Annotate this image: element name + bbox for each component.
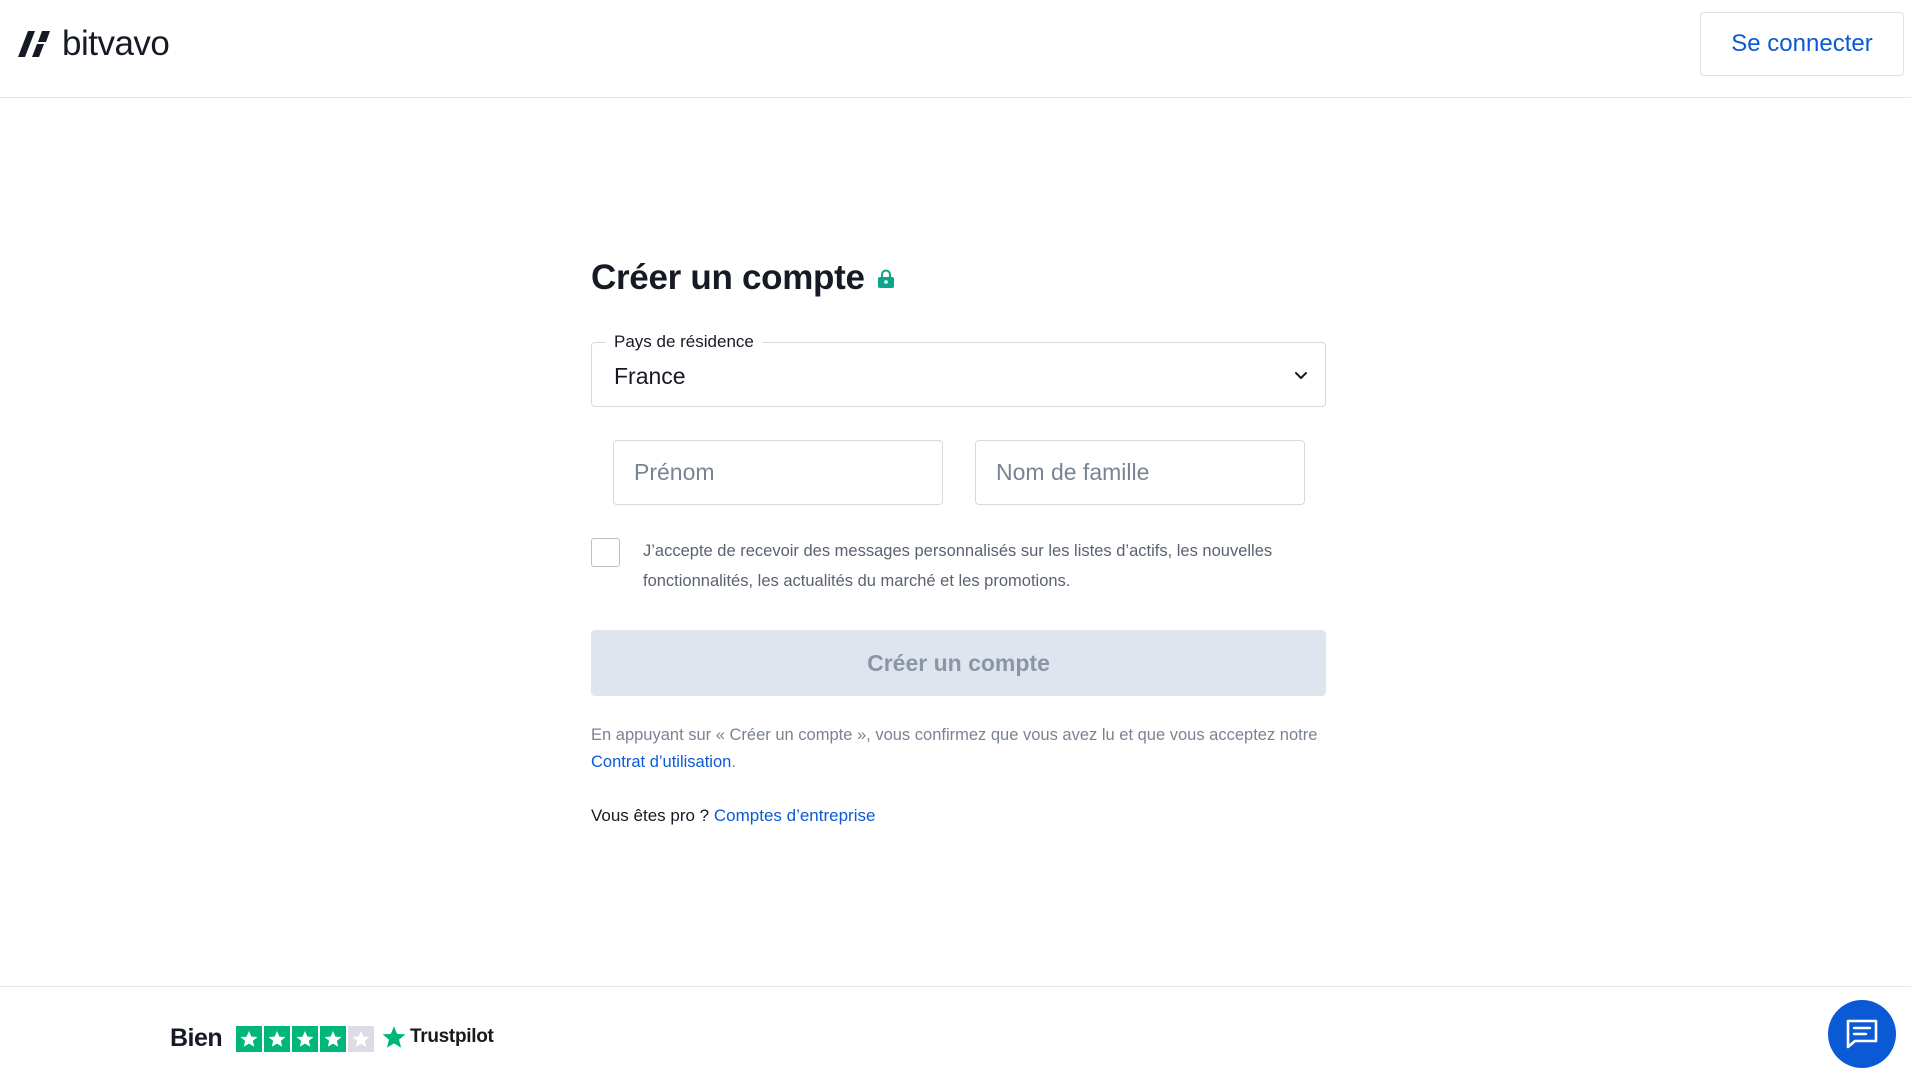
bitvavo-logo[interactable]: bitvavo	[16, 24, 170, 64]
trustpilot-brand[interactable]: Trustpilot	[382, 1025, 494, 1049]
terms-suffix: .	[731, 753, 736, 771]
logo-text: bitvavo	[62, 24, 170, 63]
country-select[interactable]: Pays de résidence France	[591, 331, 1326, 407]
trustpilot-stars[interactable]	[236, 1026, 374, 1052]
bitvavo-logo-icon	[18, 31, 50, 57]
star-icon	[264, 1026, 290, 1052]
pro-text: Vous êtes pro ? Comptes d’entreprise	[591, 804, 875, 828]
consent-checkbox[interactable]	[591, 538, 620, 567]
terms-prefix: En appuyant sur « Créer un compte », vou…	[591, 726, 1318, 744]
chevron-down-icon	[1295, 372, 1307, 379]
first-name-field[interactable]	[613, 440, 943, 505]
terms-text: En appuyant sur « Créer un compte », vou…	[591, 722, 1326, 776]
first-name-input[interactable]	[614, 441, 942, 504]
trustpilot-rating-text: Bien	[170, 1024, 223, 1052]
pro-prefix: Vous êtes pro ?	[591, 806, 714, 825]
signin-button[interactable]: Se connecter	[1700, 12, 1904, 76]
signup-form: Créer un compte Pays de résidence France…	[591, 250, 1326, 825]
last-name-input[interactable]	[976, 441, 1304, 504]
star-icon	[236, 1026, 262, 1052]
title-row: Créer un compte	[591, 250, 1326, 306]
header: bitvavo Se connecter	[0, 0, 1911, 98]
star-icon	[292, 1026, 318, 1052]
last-name-field[interactable]	[975, 440, 1305, 505]
business-accounts-link[interactable]: Comptes d’entreprise	[714, 806, 876, 825]
lock-icon	[877, 269, 894, 288]
footer: Bien Trustpilot	[0, 986, 1911, 1080]
create-account-button[interactable]: Créer un compte	[591, 630, 1326, 696]
chat-icon	[1846, 1019, 1878, 1049]
star-icon	[348, 1026, 374, 1052]
star-icon	[320, 1026, 346, 1052]
trustpilot-name: Trustpilot	[410, 1026, 494, 1047]
consent-text: J’accepte de recevoir des messages perso…	[643, 542, 1273, 590]
trustpilot-star-icon	[382, 1026, 406, 1048]
page-title: Créer un compte	[591, 258, 865, 297]
chat-button[interactable]	[1828, 1000, 1896, 1068]
user-agreement-link[interactable]: Contrat d’utilisation	[591, 753, 731, 771]
country-value: France	[614, 363, 686, 389]
country-label: Pays de résidence	[606, 331, 762, 353]
